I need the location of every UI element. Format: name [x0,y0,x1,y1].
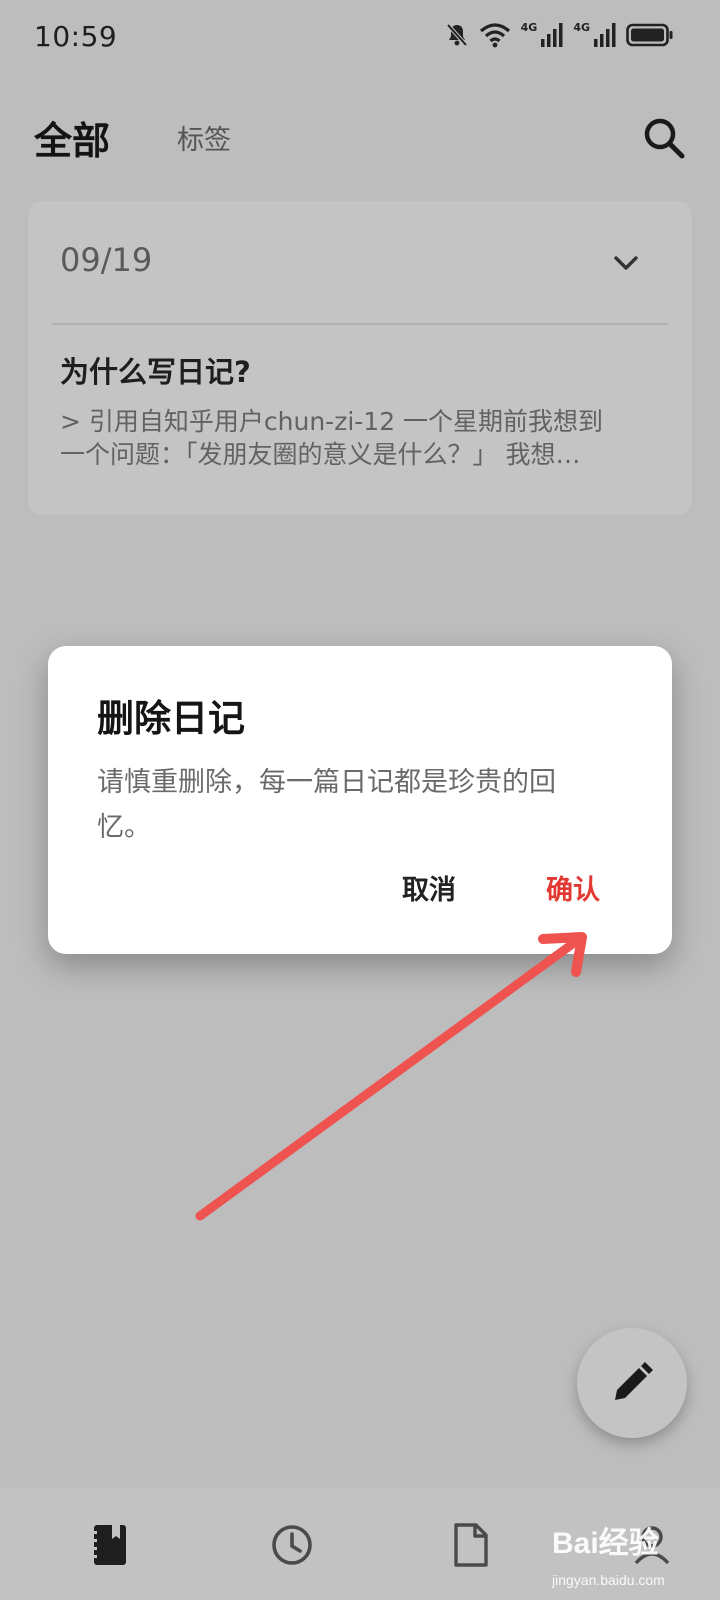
search-icon [640,118,690,168]
entry-title: 为什么写日记? [60,355,251,389]
top-bar: 全部 标签 [0,100,720,180]
card-divider [52,323,668,325]
watermark-logo: Bai经验 [552,1527,659,1560]
battery-icon [626,23,674,47]
status-time: 10:59 [34,20,118,53]
expand-button[interactable] [608,245,644,281]
arrow-shaft [195,932,587,1221]
new-entry-fab[interactable] [577,1328,687,1438]
entry-date: 09/19 [60,241,153,279]
cancel-button[interactable]: 取消 [402,868,456,907]
watermark-url: jingyan.baidu.com [552,1572,665,1588]
nav-item-diary[interactable] [50,1488,170,1600]
nav-item-documents[interactable] [410,1488,530,1600]
network-type-label: 4G [520,20,538,34]
bell-off-icon [445,22,469,48]
tab-all[interactable]: 全部 [34,110,110,165]
network-type-label: 4G [573,20,590,34]
search-button[interactable] [640,114,690,164]
status-bar: 10:59 4G 4G [0,0,720,78]
dialog-title: 删除日记 [97,697,245,740]
tab-tags[interactable]: 标签 [177,118,231,157]
confirm-button[interactable]: 确认 [546,868,600,907]
nav-item-history[interactable] [230,1488,350,1600]
entry-excerpt: > 引用自知乎用户chun-zi-12 一个星期前我想到 一个问题：「发朋友圈的… [60,407,604,469]
dialog-message: 请慎重删除，每一篇日记都是珍贵的回忆。 [97,767,556,843]
diary-entry-card[interactable]: 09/19 为什么写日记? > 引用自知乎用户chun-zi-12 一个星期前我… [28,201,692,515]
delete-diary-dialog: 删除日记 请慎重删除，每一篇日记都是珍贵的回忆。 取消 确认 [48,646,672,954]
signal-icon [541,23,563,47]
chevron-down-icon [608,256,644,285]
baidu-jingyan-watermark: Bai经验 jingyan.baidu.com [552,1512,720,1600]
signal-icon [594,23,616,47]
wifi-icon [479,22,511,48]
status-icons: 4G 4G [445,20,674,48]
